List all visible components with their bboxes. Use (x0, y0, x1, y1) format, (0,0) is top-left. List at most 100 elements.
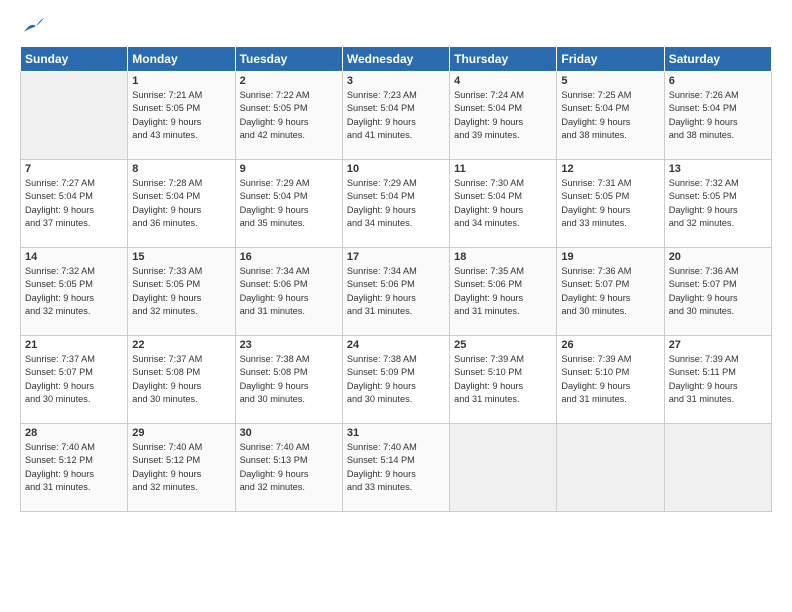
week-row-0: 1 Sunrise: 7:21 AM Sunset: 5:05 PM Daylig… (21, 72, 772, 160)
calendar-cell: 17Sunrise: 7:34 AM Sunset: 5:06 PM Dayli… (342, 248, 449, 336)
calendar-cell: 27 Sunrise: 7:39 AM Sunset: 5:11 PM Dayli… (664, 336, 771, 424)
day-number: 9 (240, 163, 338, 175)
day-number: 14 (25, 251, 123, 263)
day-info: Sunrise: 7:25 AM Sunset: 5:04 PM Dayligh… (561, 89, 659, 142)
day-info: Sunrise: 7:29 AM Sunset: 5:04 PM Dayligh… (240, 177, 338, 230)
day-info: Sunrise: 7:40 AM Sunset: 5:14 PM Dayligh… (347, 441, 445, 494)
day-number: 13 (669, 163, 767, 175)
day-info: Sunrise: 7:38 AM Sunset: 5:09 PM Dayligh… (347, 353, 445, 406)
day-number: 18 (454, 251, 552, 263)
day-info: Sunrise: 7:40 AM Sunset: 5:12 PM Dayligh… (25, 441, 123, 494)
day-info: Sunrise: 7:27 AM Sunset: 5:04 PM Dayligh… (25, 177, 123, 230)
day-number: 19 (561, 251, 659, 263)
calendar-cell: 13 Sunrise: 7:32 AM Sunset: 5:05 PM Dayli… (664, 160, 771, 248)
calendar-cell: 31 Sunrise: 7:40 AM Sunset: 5:14 PM Dayli… (342, 424, 449, 512)
day-number: 17 (347, 251, 445, 263)
calendar-cell: 28 Sunrise: 7:40 AM Sunset: 5:12 PM Dayli… (21, 424, 128, 512)
calendar-cell: 8Sunrise: 7:28 AM Sunset: 5:04 PM Daylig… (128, 160, 235, 248)
day-number: 1 (132, 75, 230, 87)
calendar-cell (557, 424, 664, 512)
calendar-cell: 25Sunrise: 7:39 AM Sunset: 5:10 PM Dayli… (450, 336, 557, 424)
calendar-cell: 4Sunrise: 7:24 AM Sunset: 5:04 PM Daylig… (450, 72, 557, 160)
calendar-cell: 23 Sunrise: 7:38 AM Sunset: 5:08 PM Dayli… (235, 336, 342, 424)
day-info: Sunrise: 7:38 AM Sunset: 5:08 PM Dayligh… (240, 353, 338, 406)
calendar-cell: 1 Sunrise: 7:21 AM Sunset: 5:05 PM Daylig… (128, 72, 235, 160)
calendar-cell: 29 Sunrise: 7:40 AM Sunset: 5:12 PM Dayli… (128, 424, 235, 512)
day-number: 31 (347, 427, 445, 439)
day-number: 27 (669, 339, 767, 351)
day-number: 6 (669, 75, 767, 87)
day-number: 21 (25, 339, 123, 351)
calendar-cell: 14 Sunrise: 7:32 AM Sunset: 5:05 PM Dayli… (21, 248, 128, 336)
day-info: Sunrise: 7:39 AM Sunset: 5:10 PM Dayligh… (561, 353, 659, 406)
day-info: Sunrise: 7:29 AM Sunset: 5:04 PM Dayligh… (347, 177, 445, 230)
week-row-2: 14 Sunrise: 7:32 AM Sunset: 5:05 PM Dayli… (21, 248, 772, 336)
weekday-header-saturday: Saturday (664, 47, 771, 72)
day-number: 7 (25, 163, 123, 175)
day-number: 4 (454, 75, 552, 87)
weekday-header-tuesday: Tuesday (235, 47, 342, 72)
day-info: Sunrise: 7:36 AM Sunset: 5:07 PM Dayligh… (561, 265, 659, 318)
day-number: 10 (347, 163, 445, 175)
calendar-cell: 2Sunrise: 7:22 AM Sunset: 5:05 PM Daylig… (235, 72, 342, 160)
week-row-1: 7 Sunrise: 7:27 AM Sunset: 5:04 PM Daylig… (21, 160, 772, 248)
day-number: 20 (669, 251, 767, 263)
calendar-cell (450, 424, 557, 512)
day-info: Sunrise: 7:35 AM Sunset: 5:06 PM Dayligh… (454, 265, 552, 318)
day-number: 15 (132, 251, 230, 263)
day-info: Sunrise: 7:26 AM Sunset: 5:04 PM Dayligh… (669, 89, 767, 142)
day-number: 12 (561, 163, 659, 175)
week-row-3: 21Sunrise: 7:37 AM Sunset: 5:07 PM Dayli… (21, 336, 772, 424)
weekday-row: SundayMondayTuesdayWednesdayThursdayFrid… (21, 47, 772, 72)
calendar-cell: 19 Sunrise: 7:36 AM Sunset: 5:07 PM Dayli… (557, 248, 664, 336)
calendar-cell: 11Sunrise: 7:30 AM Sunset: 5:04 PM Dayli… (450, 160, 557, 248)
calendar-cell: 16 Sunrise: 7:34 AM Sunset: 5:06 PM Dayli… (235, 248, 342, 336)
calendar-cell: 12 Sunrise: 7:31 AM Sunset: 5:05 PM Dayli… (557, 160, 664, 248)
calendar-cell: 7 Sunrise: 7:27 AM Sunset: 5:04 PM Daylig… (21, 160, 128, 248)
day-number: 30 (240, 427, 338, 439)
day-info: Sunrise: 7:31 AM Sunset: 5:05 PM Dayligh… (561, 177, 659, 230)
calendar-body: 1 Sunrise: 7:21 AM Sunset: 5:05 PM Daylig… (21, 72, 772, 512)
day-number: 28 (25, 427, 123, 439)
weekday-header-monday: Monday (128, 47, 235, 72)
calendar: SundayMondayTuesdayWednesdayThursdayFrid… (20, 46, 772, 512)
page: SundayMondayTuesdayWednesdayThursdayFrid… (0, 0, 792, 612)
day-number: 5 (561, 75, 659, 87)
day-number: 29 (132, 427, 230, 439)
day-info: Sunrise: 7:39 AM Sunset: 5:11 PM Dayligh… (669, 353, 767, 406)
day-number: 24 (347, 339, 445, 351)
calendar-cell: 6 Sunrise: 7:26 AM Sunset: 5:04 PM Daylig… (664, 72, 771, 160)
weekday-header-sunday: Sunday (21, 47, 128, 72)
calendar-cell: 10 Sunrise: 7:29 AM Sunset: 5:04 PM Dayli… (342, 160, 449, 248)
calendar-cell: 26 Sunrise: 7:39 AM Sunset: 5:10 PM Dayli… (557, 336, 664, 424)
logo-bird-icon (22, 18, 44, 36)
weekday-header-thursday: Thursday (450, 47, 557, 72)
week-row-4: 28 Sunrise: 7:40 AM Sunset: 5:12 PM Dayli… (21, 424, 772, 512)
day-number: 2 (240, 75, 338, 87)
calendar-cell: 22 Sunrise: 7:37 AM Sunset: 5:08 PM Dayli… (128, 336, 235, 424)
day-number: 23 (240, 339, 338, 351)
day-number: 3 (347, 75, 445, 87)
day-number: 16 (240, 251, 338, 263)
weekday-header-friday: Friday (557, 47, 664, 72)
day-info: Sunrise: 7:32 AM Sunset: 5:05 PM Dayligh… (25, 265, 123, 318)
weekday-header-wednesday: Wednesday (342, 47, 449, 72)
day-info: Sunrise: 7:32 AM Sunset: 5:05 PM Dayligh… (669, 177, 767, 230)
day-number: 11 (454, 163, 552, 175)
day-info: Sunrise: 7:34 AM Sunset: 5:06 PM Dayligh… (240, 265, 338, 318)
calendar-cell: 15 Sunrise: 7:33 AM Sunset: 5:05 PM Dayli… (128, 248, 235, 336)
day-info: Sunrise: 7:28 AM Sunset: 5:04 PM Dayligh… (132, 177, 230, 230)
day-info: Sunrise: 7:37 AM Sunset: 5:08 PM Dayligh… (132, 353, 230, 406)
header (20, 18, 772, 36)
calendar-cell: 30Sunrise: 7:40 AM Sunset: 5:13 PM Dayli… (235, 424, 342, 512)
calendar-cell: 3Sunrise: 7:23 AM Sunset: 5:04 PM Daylig… (342, 72, 449, 160)
calendar-cell: 24 Sunrise: 7:38 AM Sunset: 5:09 PM Dayli… (342, 336, 449, 424)
day-info: Sunrise: 7:21 AM Sunset: 5:05 PM Dayligh… (132, 89, 230, 142)
calendar-cell: 9 Sunrise: 7:29 AM Sunset: 5:04 PM Daylig… (235, 160, 342, 248)
calendar-cell: 21Sunrise: 7:37 AM Sunset: 5:07 PM Dayli… (21, 336, 128, 424)
day-number: 22 (132, 339, 230, 351)
day-number: 26 (561, 339, 659, 351)
day-info: Sunrise: 7:33 AM Sunset: 5:05 PM Dayligh… (132, 265, 230, 318)
day-info: Sunrise: 7:40 AM Sunset: 5:12 PM Dayligh… (132, 441, 230, 494)
day-info: Sunrise: 7:36 AM Sunset: 5:07 PM Dayligh… (669, 265, 767, 318)
